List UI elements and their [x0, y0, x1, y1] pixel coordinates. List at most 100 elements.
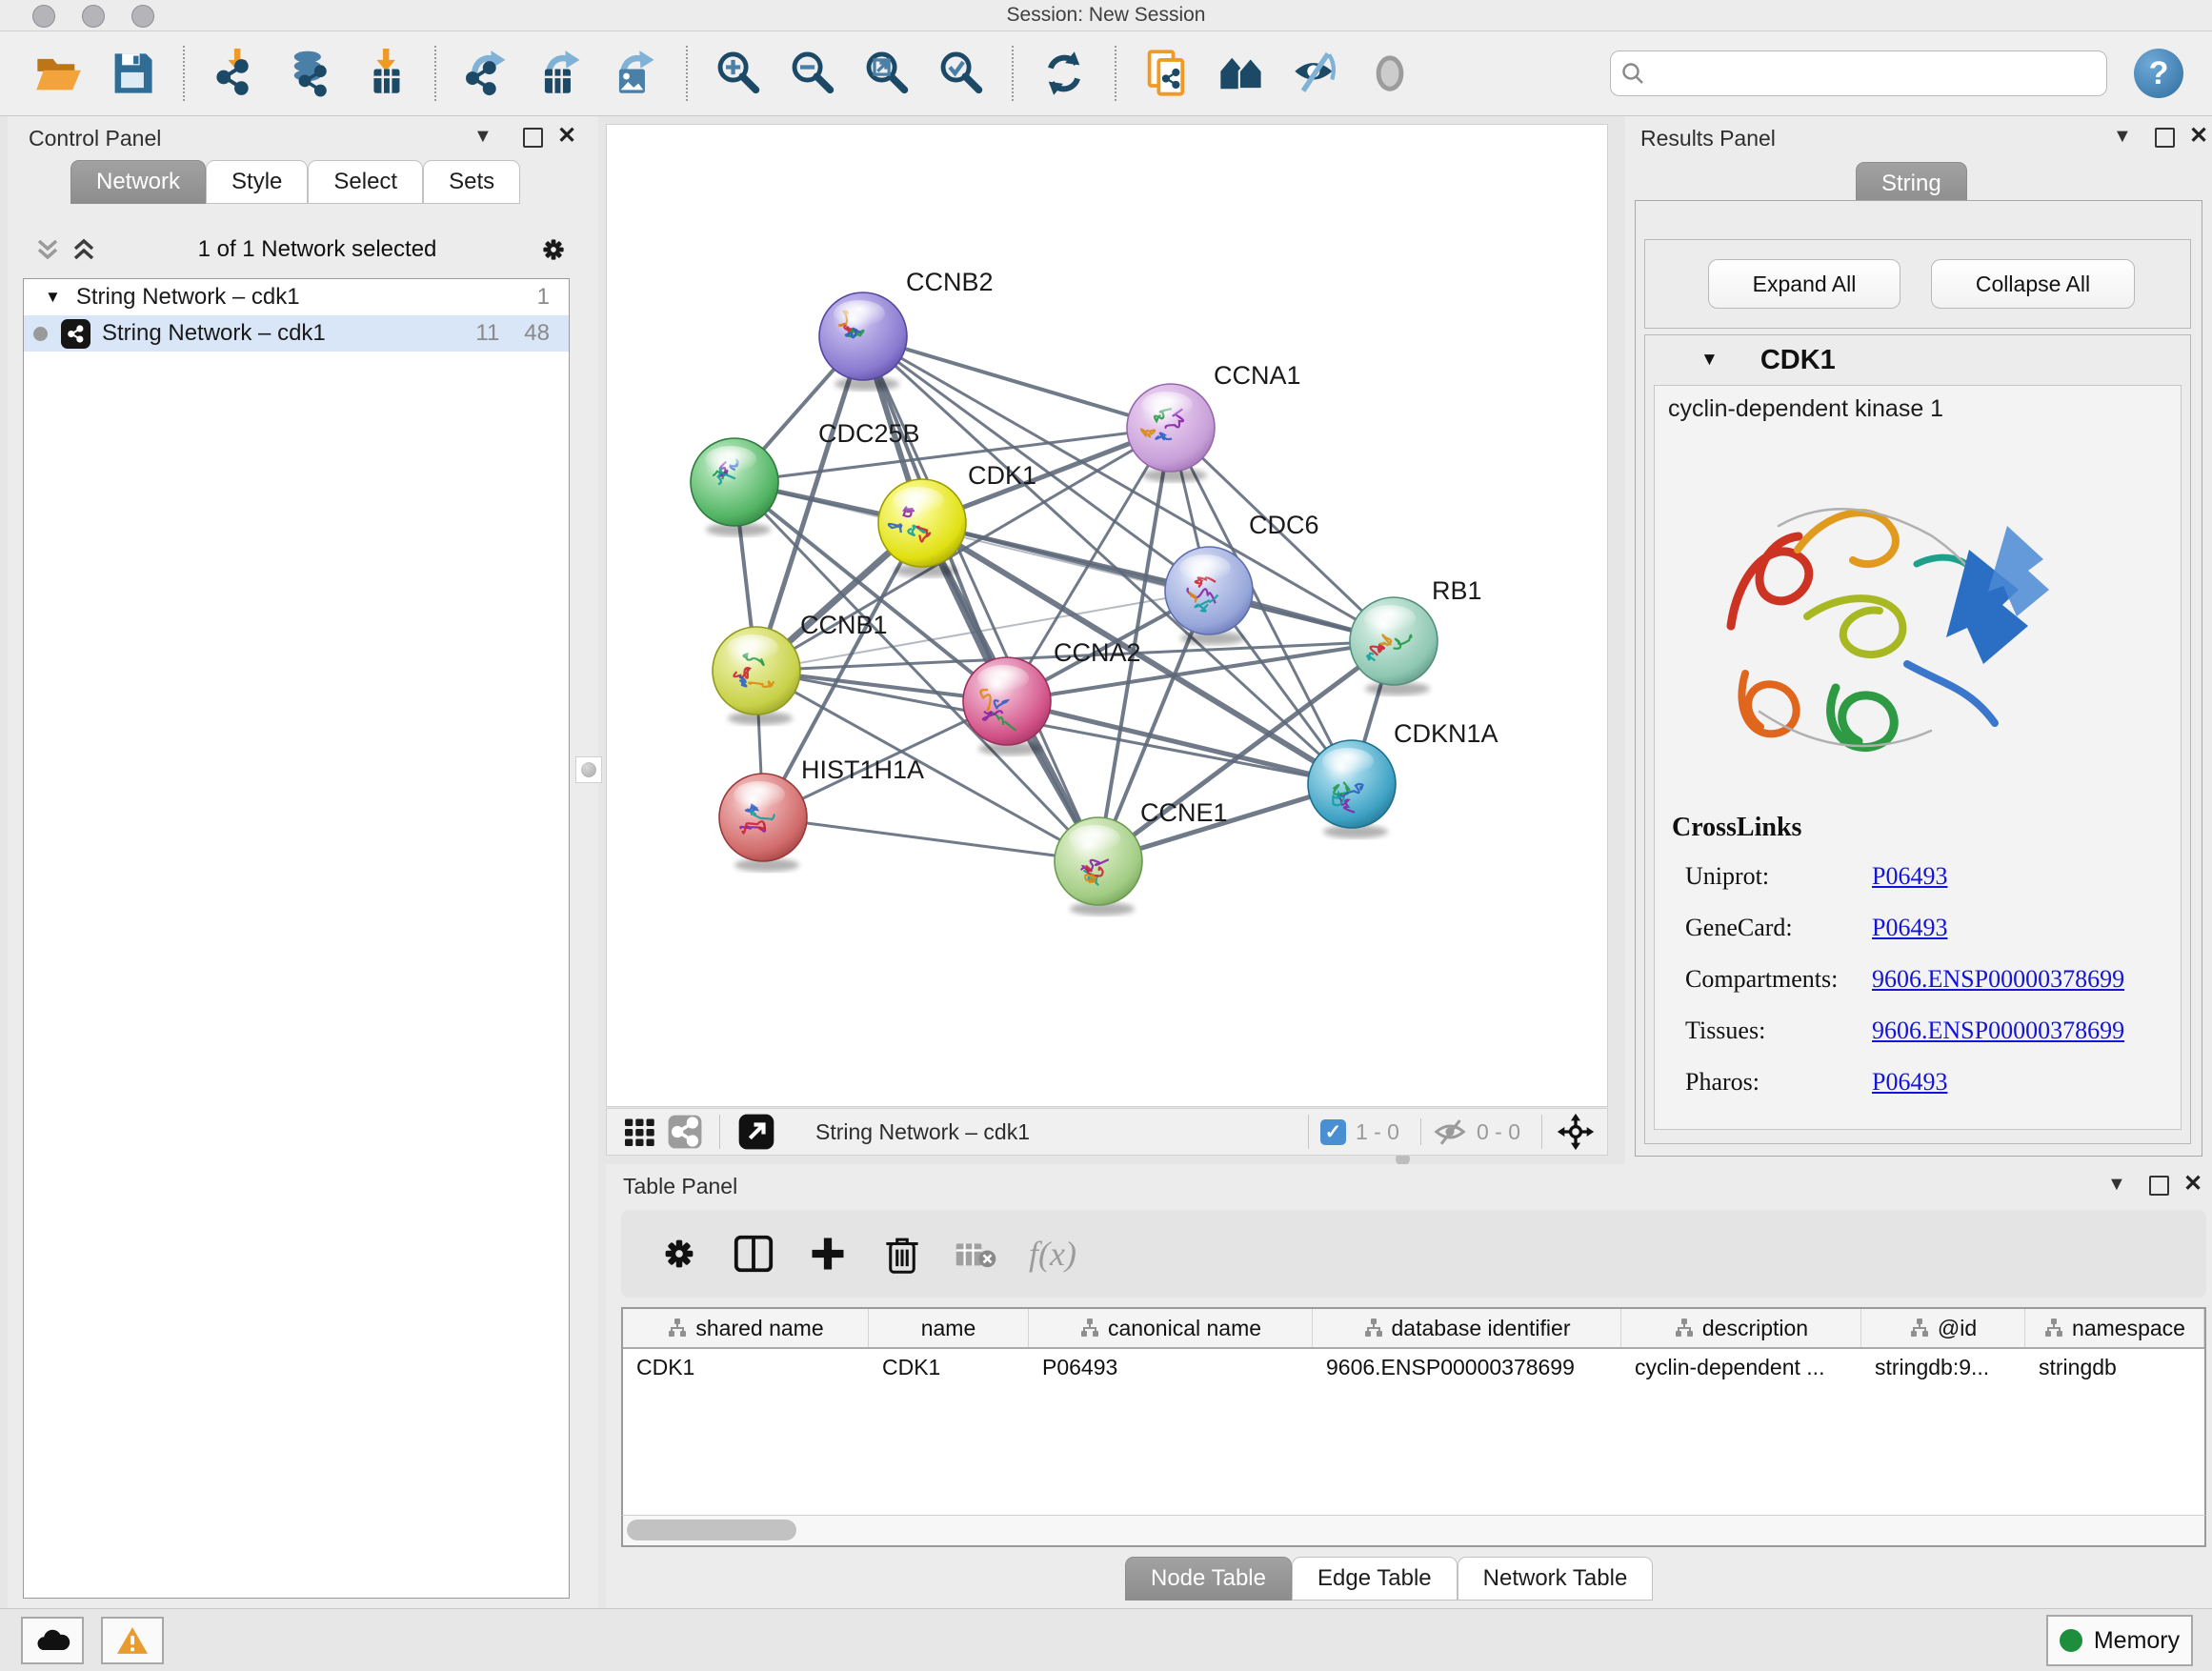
column-header-name[interactable]: name: [869, 1309, 1029, 1347]
zoom-selected-button[interactable]: [934, 45, 989, 102]
export-table-button[interactable]: [533, 45, 589, 102]
column-header-database-identifier[interactable]: database identifier: [1313, 1309, 1621, 1347]
column-header-namespace[interactable]: namespace: [2025, 1309, 2204, 1347]
delete-column-trash-icon[interactable]: [871, 1225, 934, 1282]
gene-expander-icon[interactable]: ▼: [1700, 350, 1719, 371]
table-toolbar: f(x): [621, 1210, 2206, 1298]
control-panel: Control Panel ▼ ✕ NetworkStyleSelectSets…: [8, 116, 598, 1608]
hidden-eye-icon[interactable]: [1433, 1117, 1467, 1146]
edge-CCNE1-HIST1H1A[interactable]: [763, 817, 1098, 861]
zoom-in-button[interactable]: [711, 45, 766, 102]
crosslink-value-link[interactable]: P06493: [1872, 914, 1947, 942]
table-settings-gear-icon[interactable]: [648, 1225, 711, 1282]
tab-network-table[interactable]: Network Table: [1458, 1557, 1654, 1601]
tab-style[interactable]: Style: [206, 160, 308, 204]
refresh-view-button[interactable]: [1036, 45, 1092, 102]
network-view-canvas[interactable]: CCNB2CCNA1CDC25BCDK1CDC6RB1CCNB1CCNA2CDK…: [606, 124, 1608, 1107]
results-panel-menu-icon[interactable]: ▼: [2113, 126, 2132, 148]
selected-count-checkbox-icon[interactable]: ✓: [1320, 1119, 1346, 1145]
show-columns-icon[interactable]: [722, 1225, 785, 1282]
collection-expander-icon[interactable]: ▼: [45, 288, 61, 307]
export-network-button[interactable]: [459, 45, 514, 102]
node-CCNB1[interactable]: CCNB1: [713, 611, 888, 725]
node-CCNE1[interactable]: CCNE1: [1055, 798, 1228, 916]
network-row[interactable]: String Network – cdk1 11 48: [24, 315, 569, 352]
tab-edge-table[interactable]: Edge Table: [1292, 1557, 1458, 1601]
network-collection-row[interactable]: ▼ String Network – cdk1 1: [24, 279, 569, 315]
control-panel-close-icon[interactable]: ✕: [557, 122, 576, 150]
open-view-in-window-icon[interactable]: [734, 1103, 779, 1160]
open-session-button[interactable]: [30, 45, 86, 102]
node-CCNB2[interactable]: CCNB2: [819, 268, 994, 391]
node-CDKN1A[interactable]: CDKN1A: [1308, 719, 1498, 838]
table-scrollbar-thumb[interactable]: [627, 1520, 796, 1540]
save-session-button[interactable]: [105, 45, 160, 102]
zoom-fit-button[interactable]: [859, 45, 915, 102]
collapse-all-button[interactable]: Collapse All: [1931, 259, 2135, 309]
memory-button[interactable]: Memory: [2046, 1615, 2193, 1666]
column-header-shared-name[interactable]: shared name: [623, 1309, 869, 1347]
clone-network-button[interactable]: [1139, 45, 1195, 102]
crosslink-value-link[interactable]: P06493: [1872, 862, 1947, 891]
node-label-CCNA1: CCNA1: [1214, 361, 1301, 390]
warnings-button[interactable]: [101, 1617, 164, 1664]
collapse-all-networks-icon[interactable]: [34, 235, 61, 264]
cloud-status-button[interactable]: [21, 1617, 84, 1664]
node-HIST1H1A[interactable]: HIST1H1A: [719, 755, 924, 872]
left-splitter-handle[interactable]: [575, 756, 602, 783]
export-image-button[interactable]: [608, 45, 663, 102]
node-CDC6[interactable]: CDC6: [1165, 511, 1319, 645]
show-hidden-button[interactable]: [1362, 45, 1418, 102]
help-button[interactable]: ?: [2134, 49, 2183, 98]
column-header-description[interactable]: description: [1621, 1309, 1861, 1347]
crosslink-value-link[interactable]: 9606.ENSP00000378699: [1872, 1017, 2124, 1045]
tab-select[interactable]: Select: [308, 160, 423, 204]
tab-sets[interactable]: Sets: [423, 160, 520, 204]
tab-network[interactable]: Network: [70, 160, 206, 204]
fit-selected-crosshair-icon[interactable]: [1554, 1103, 1598, 1160]
table-header-row: shared namenamecanonical namedatabase id…: [623, 1309, 2204, 1349]
gene-header-row[interactable]: ▼ CDK1: [1645, 335, 2190, 385]
import-network-button[interactable]: [208, 45, 263, 102]
network-options-gear-icon[interactable]: [537, 233, 570, 266]
edge-CCNB2-CCNA1[interactable]: [863, 336, 1171, 428]
table-panel-close-icon[interactable]: ✕: [2183, 1170, 2202, 1198]
expand-all-button[interactable]: Expand All: [1708, 259, 1900, 309]
results-panel-close-icon[interactable]: ✕: [2189, 122, 2208, 150]
create-column-plus-icon[interactable]: [796, 1225, 859, 1282]
node-CCNA1[interactable]: CCNA1: [1127, 361, 1301, 482]
column-header-@id[interactable]: @id: [1861, 1309, 2025, 1347]
column-label: namespace: [2072, 1316, 2185, 1341]
tab-node-table[interactable]: Node Table: [1125, 1557, 1292, 1601]
crosslink-value-link[interactable]: P06493: [1872, 1068, 1947, 1097]
hide-selected-button[interactable]: [1288, 45, 1343, 102]
table-panel-menu-icon[interactable]: ▼: [2107, 1174, 2126, 1196]
network-view-toolbar: String Network – cdk1 ✓ 1 - 0 0 - 0: [606, 1108, 1608, 1156]
control-panel-float-icon[interactable]: [523, 128, 543, 152]
show-home-button[interactable]: [1214, 45, 1269, 102]
warning-icon: [115, 1625, 150, 1656]
delete-table-icon[interactable]: [945, 1225, 1008, 1282]
selected-node-edge-count: 1 - 0: [1356, 1119, 1399, 1145]
toolbar-separator: [183, 46, 185, 101]
zoom-out-button[interactable]: [785, 45, 840, 102]
expand-all-networks-icon[interactable]: [70, 235, 97, 264]
column-header-canonical-name[interactable]: canonical name: [1029, 1309, 1313, 1347]
import-database-button[interactable]: [282, 45, 337, 102]
network-tree: ▼ String Network – cdk1 1 String Network…: [23, 278, 570, 1599]
search-box[interactable]: [1610, 50, 2107, 96]
table-row[interactable]: CDK1CDK1P064939606.ENSP00000378699cyclin…: [623, 1349, 2204, 1385]
birds-eye-view-icon[interactable]: [618, 1103, 660, 1160]
crosslink-value-link[interactable]: 9606.ENSP00000378699: [1872, 965, 2124, 994]
table-panel-float-icon[interactable]: [2149, 1176, 2169, 1200]
results-panel-float-icon[interactable]: [2155, 128, 2175, 152]
edge-CDC6-CDC25B[interactable]: [734, 482, 1209, 591]
function-builder-icon[interactable]: f(x): [1029, 1234, 1076, 1274]
import-table-button[interactable]: [356, 45, 412, 102]
network-overview-share-icon[interactable]: [664, 1103, 706, 1160]
control-panel-menu-icon[interactable]: ▼: [473, 126, 493, 148]
shared-column-icon: [1079, 1318, 1100, 1339]
table-horizontal-scrollbar[interactable]: [621, 1515, 2206, 1547]
node-RB1[interactable]: RB1: [1350, 576, 1482, 695]
search-input[interactable]: [1653, 60, 2097, 87]
